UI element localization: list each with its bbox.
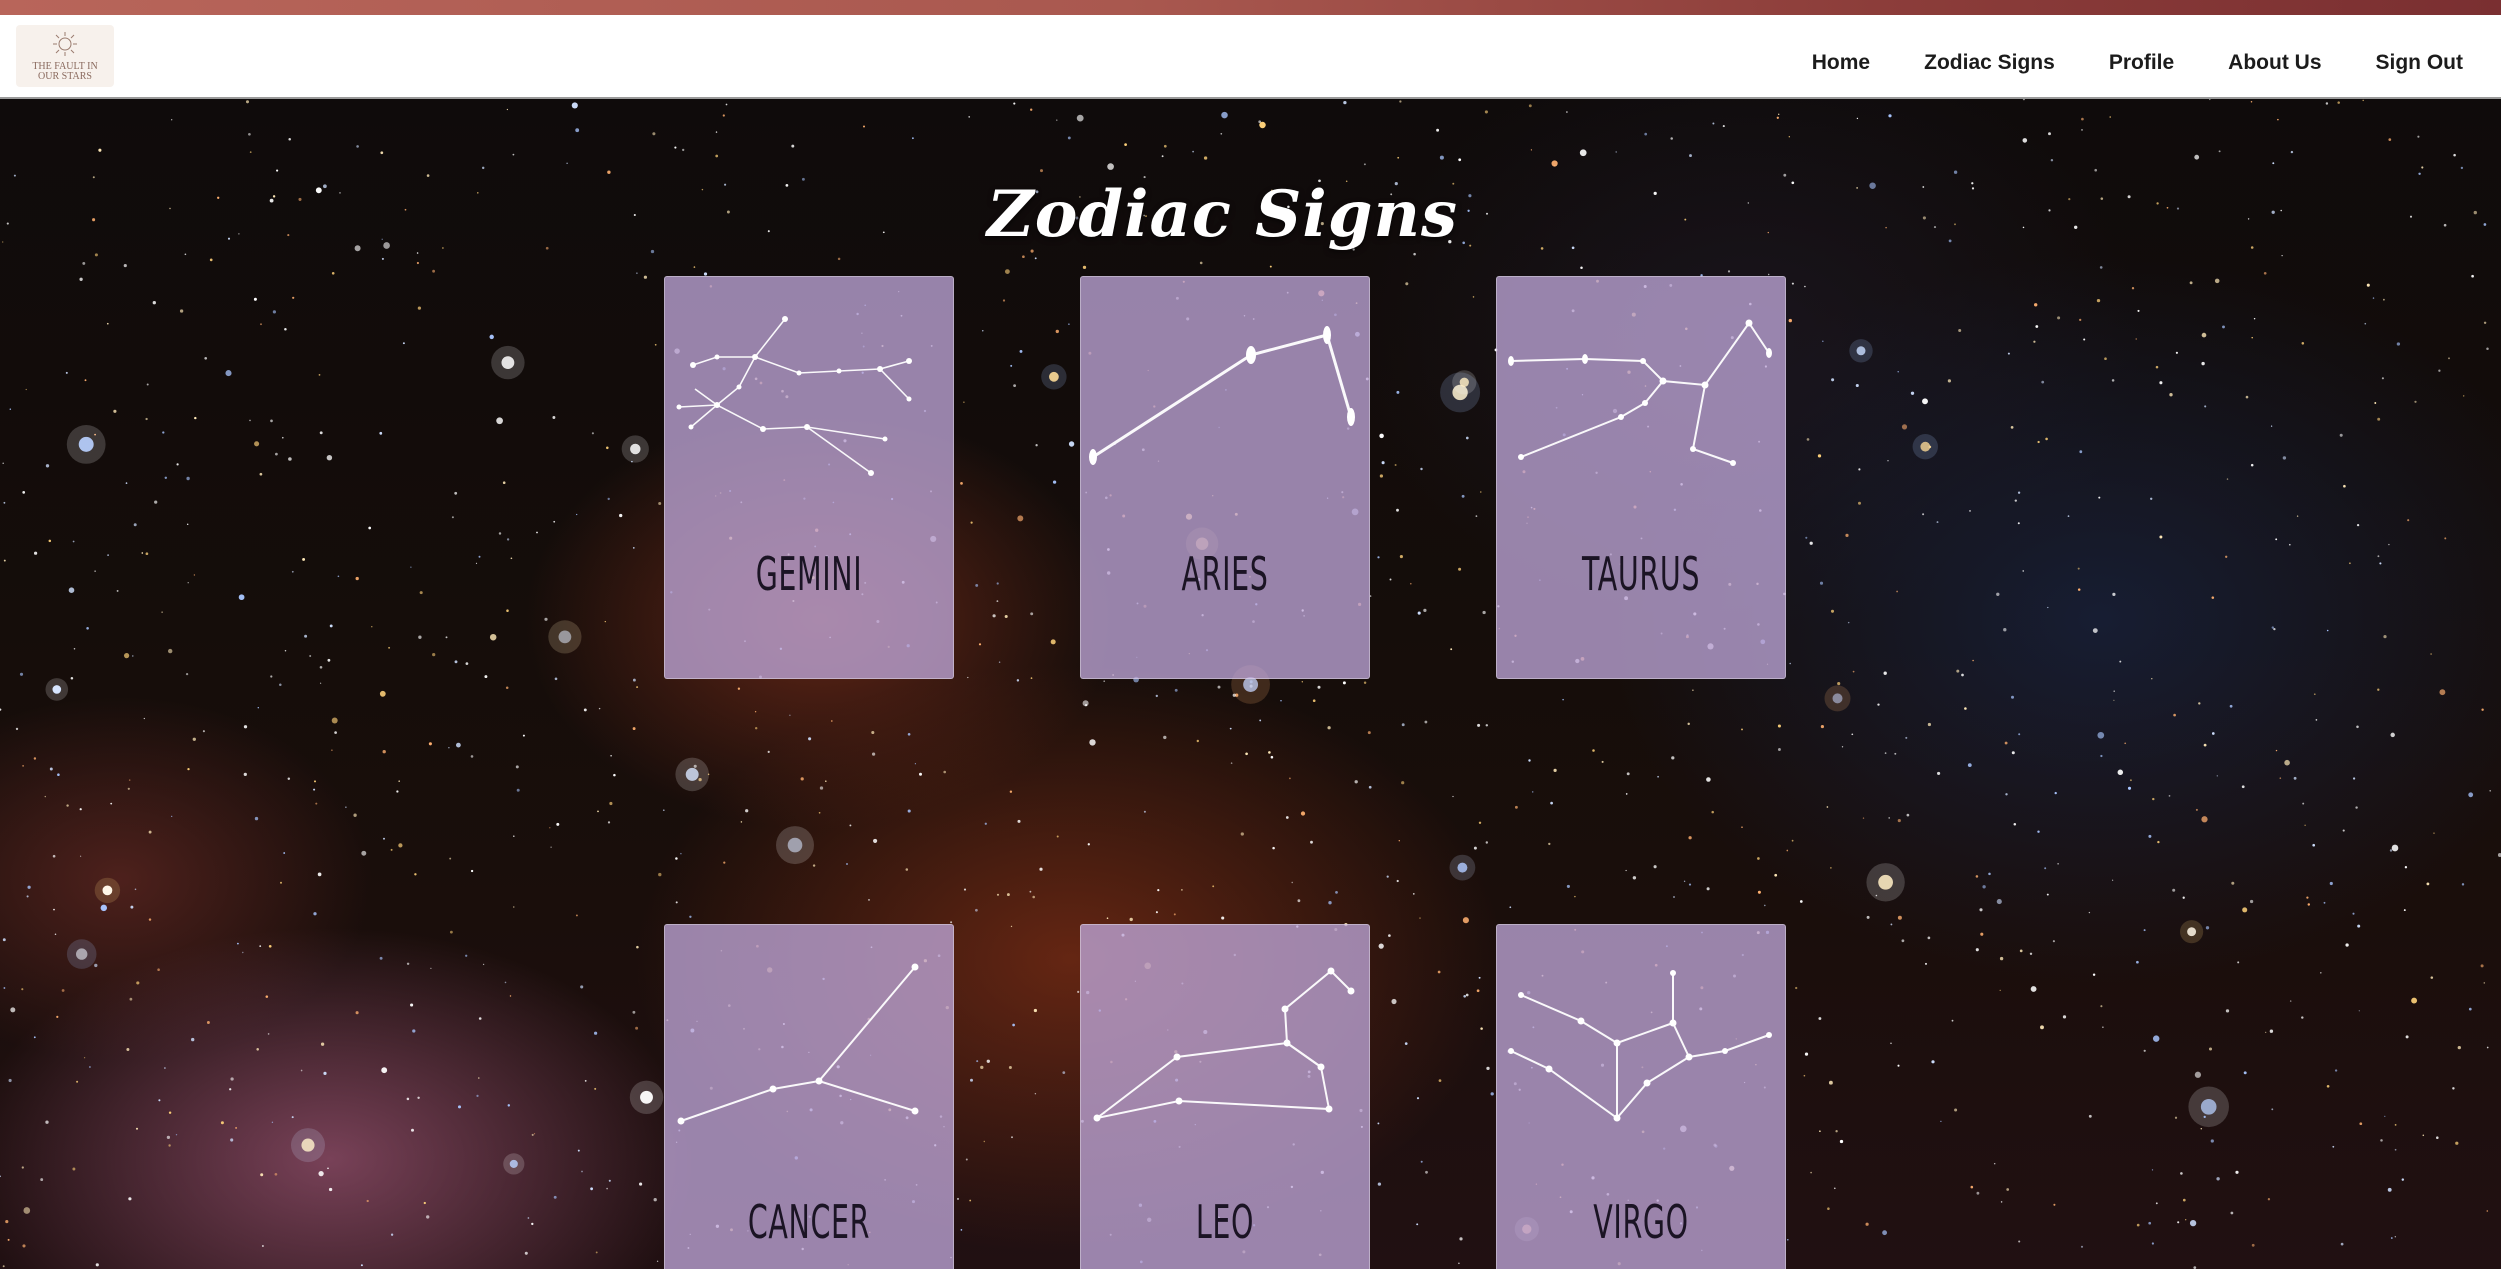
starfield-background: Zodiac Signs GEMINI ARIES TAURUS CANCER … — [0, 99, 2501, 1269]
navbar: THE FAULT IN OUR STARS Home Zodiac Signs… — [0, 15, 2501, 99]
aries-constellation-icon — [1089, 326, 1355, 465]
zodiac-card-label: ARIES — [1181, 547, 1269, 601]
zodiac-card-gemini[interactable]: GEMINI — [664, 276, 954, 679]
zodiac-card-aries[interactable]: ARIES — [1080, 276, 1370, 679]
site-logo[interactable]: THE FAULT IN OUR STARS — [16, 25, 114, 87]
zodiac-card-label: LEO — [1195, 1195, 1255, 1249]
zodiac-card-cancer[interactable]: CANCER — [664, 924, 954, 1269]
zodiac-card-leo[interactable]: LEO — [1080, 924, 1370, 1269]
top-accent-bar — [0, 0, 2501, 15]
nav-profile-link[interactable]: Profile — [2109, 51, 2174, 75]
zodiac-card-taurus[interactable]: TAURUS — [1496, 276, 1786, 679]
nav-about-us-link[interactable]: About Us — [2228, 51, 2321, 75]
nav-menu: Home Zodiac Signs Profile About Us Sign … — [1812, 51, 2463, 75]
zodiac-card-label: VIRGO — [1593, 1195, 1689, 1249]
logo-text: THE FAULT IN OUR STARS — [32, 61, 98, 82]
taurus-constellation-icon — [1508, 319, 1772, 466]
zodiac-card-label: CANCER — [747, 1195, 871, 1249]
page-title: Zodiac Signs — [986, 176, 1459, 252]
nav-zodiac-signs-link[interactable]: Zodiac Signs — [1924, 51, 2055, 75]
nav-home-link[interactable]: Home — [1812, 51, 1870, 75]
sun-emblem-icon — [53, 32, 77, 56]
zodiac-card-label: GEMINI — [755, 547, 863, 601]
zodiac-card-virgo[interactable]: VIRGO — [1496, 924, 1786, 1269]
zodiac-card-label: TAURUS — [1581, 547, 1701, 601]
nav-sign-out-link[interactable]: Sign Out — [2376, 51, 2464, 75]
gemini-constellation-icon — [676, 316, 912, 476]
